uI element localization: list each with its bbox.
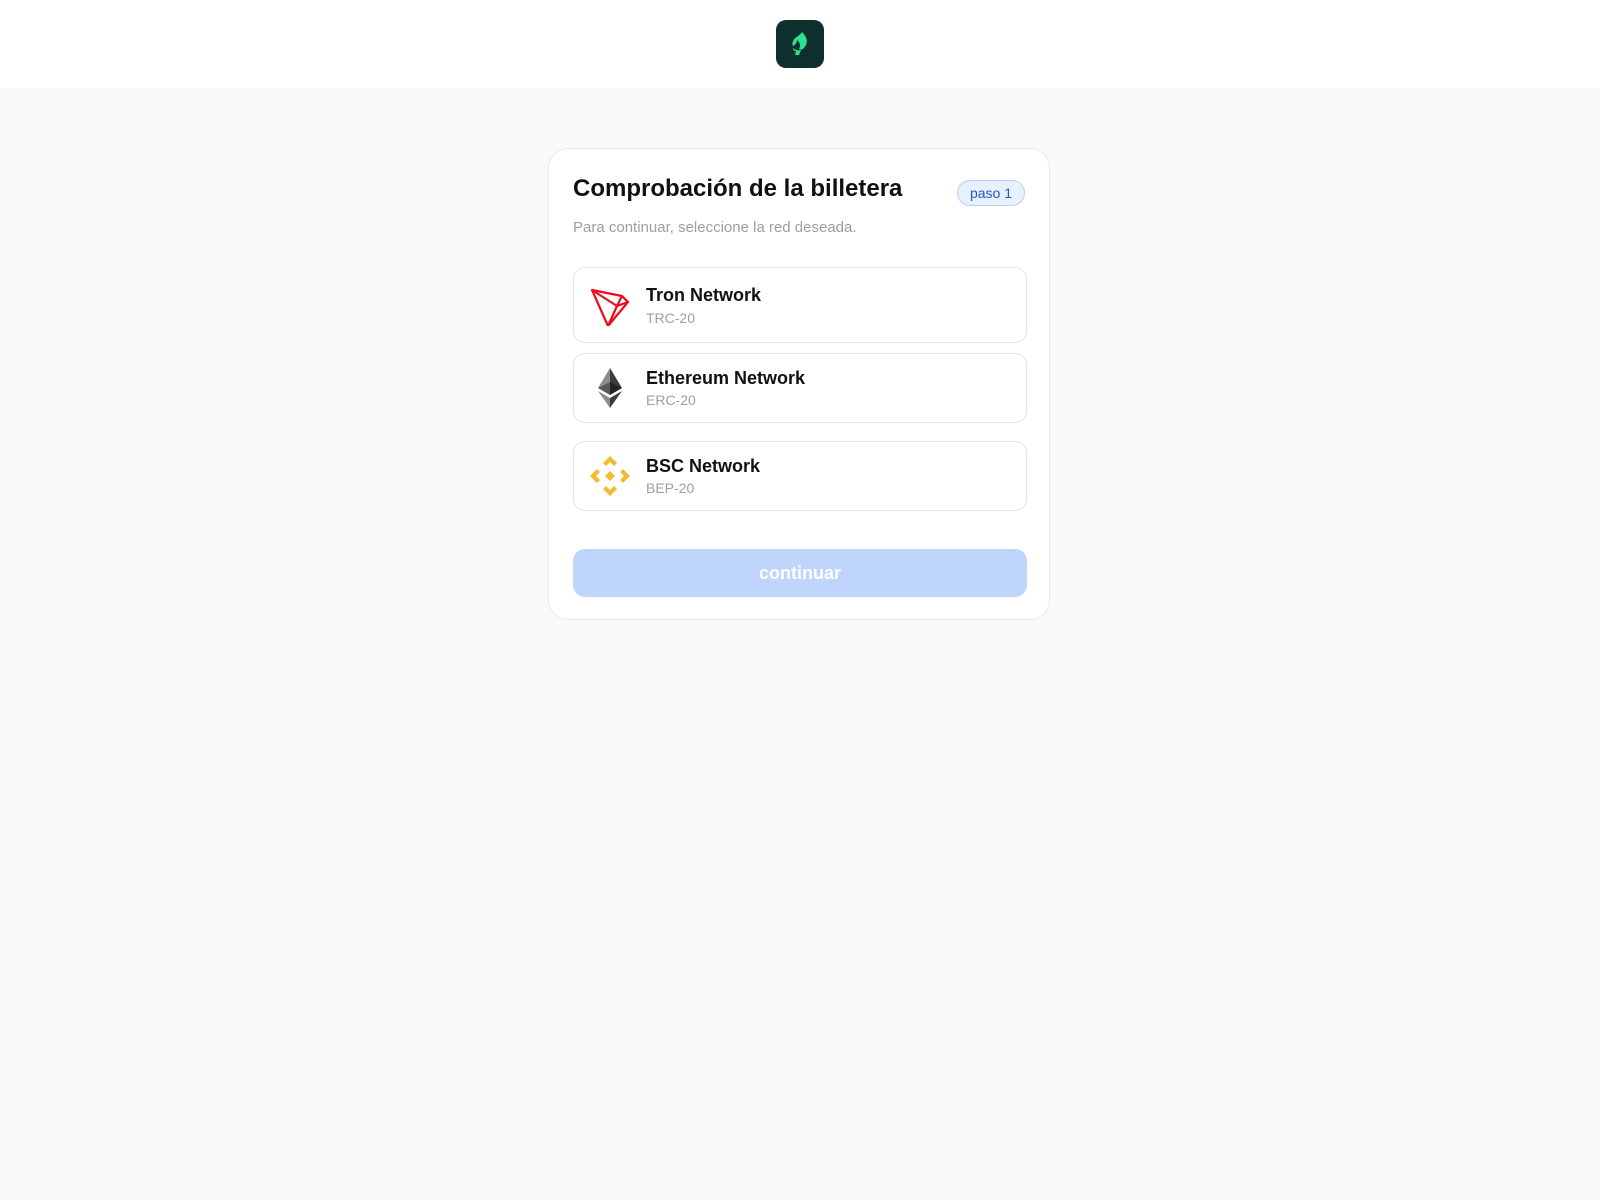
step-badge: paso 1 [956,180,1025,206]
network-standard: ERC-20 [646,392,696,408]
network-name: BSC Network [646,456,761,476]
ethereum-icon [598,368,622,408]
spade-flame-logo-icon[interactable] [776,20,824,68]
continue-button[interactable]: continuar [573,549,1027,597]
network-name: Tron Network [646,285,762,305]
network-option-tron[interactable]: Tron Network TRC-20 [573,267,1027,343]
tron-icon [590,288,630,326]
network-option-ethereum[interactable]: Ethereum Network ERC-20 [573,353,1027,423]
binance-icon [590,456,630,496]
top-bar [0,0,1600,88]
wallet-check-card: Comprobación de la billetera paso 1 Para… [548,148,1050,620]
subtitle: Para continuar, seleccione la red desead… [573,219,857,236]
network-standard: TRC-20 [646,310,696,326]
network-option-bsc[interactable]: BSC Network BEP-20 [573,441,1027,511]
network-standard: BEP-20 [646,480,695,496]
page-title: Comprobación de la billetera [573,175,903,202]
network-name: Ethereum Network [646,368,806,388]
